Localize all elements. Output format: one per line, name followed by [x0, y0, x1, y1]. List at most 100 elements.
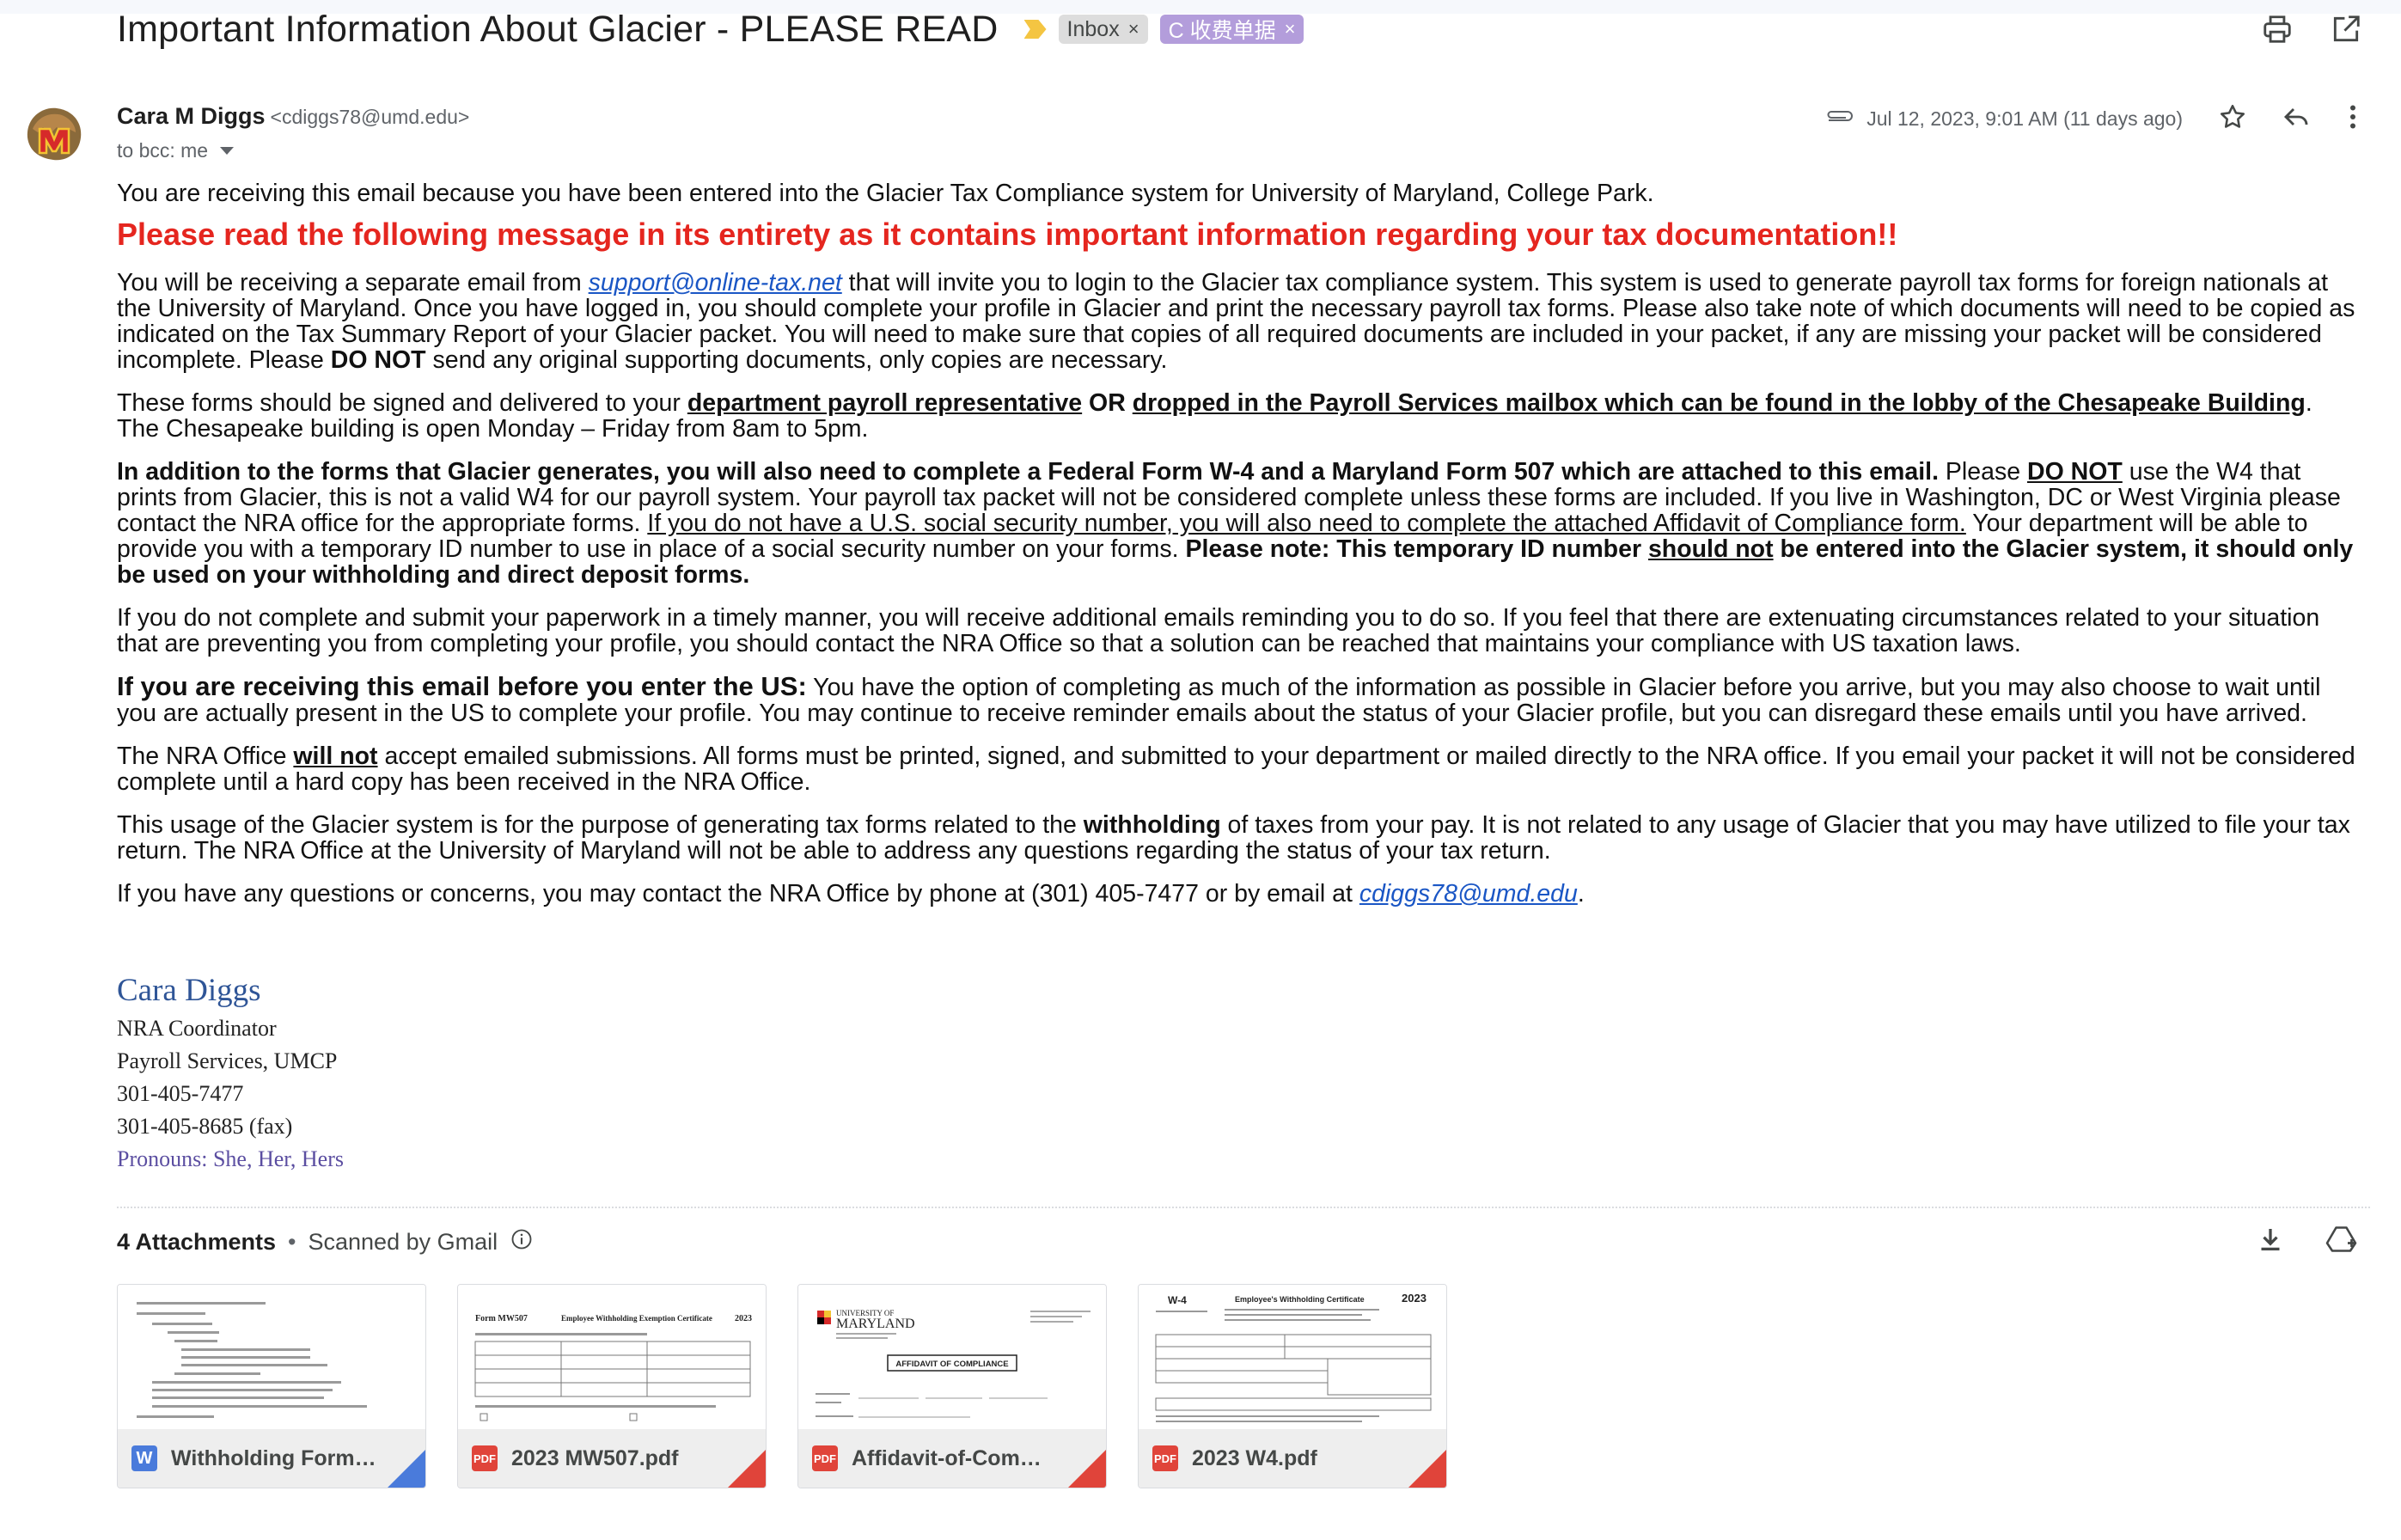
- print-icon[interactable]: [2260, 12, 2294, 46]
- remove-label-icon[interactable]: ×: [1128, 18, 1139, 40]
- sender-name[interactable]: Cara M Diggs: [117, 103, 266, 130]
- attachments-divider: [117, 1207, 2370, 1208]
- thumb-affidavit-title: AFFIDAVIT OF COMPLIANCE: [895, 1360, 1008, 1369]
- scanned-by-gmail: Scanned by Gmail: [308, 1229, 498, 1255]
- thumb-form-year: 2023: [1402, 1292, 1427, 1305]
- attachments-header: 4 Attachments • Scanned by Gmail: [117, 1227, 534, 1257]
- email-subject: Important Information About Glacier - PL…: [117, 8, 999, 50]
- attachment-preview: W-4 Employee's Withholding Certificate 2…: [1139, 1285, 1446, 1429]
- signature-pronouns: Pronouns: She, Her, Hers: [117, 1146, 344, 1171]
- attachment-footer: PDF Affidavit-of-Com…: [798, 1429, 1106, 1488]
- attachment-name: 2023 MW507.pdf: [511, 1445, 679, 1470]
- recipient-row[interactable]: to bcc: me: [117, 139, 235, 162]
- more-vert-icon[interactable]: [2344, 101, 2361, 137]
- pdf-file-icon: PDF: [812, 1445, 838, 1471]
- info-icon[interactable]: [510, 1227, 534, 1257]
- signature-department: Payroll Services, UMCP: [117, 1048, 338, 1073]
- sender-email[interactable]: <cdiggs78@umd.edu>: [271, 106, 470, 129]
- body-paragraph: If you do not complete and submit your p…: [117, 604, 2320, 657]
- body-paragraph: If you are receiving this email before y…: [117, 673, 2360, 726]
- attachment-footer: W Withholding Form…: [118, 1429, 425, 1488]
- attachment-actions: [2255, 1224, 2360, 1259]
- intro-paragraph: You are receiving this email because you…: [117, 180, 1654, 207]
- message-body: You are receiving this email because you…: [117, 180, 2360, 924]
- separator-dot: •: [288, 1229, 296, 1255]
- attachment-preview: Form MW507 Employee Withholding Exemptio…: [458, 1285, 766, 1429]
- star-icon[interactable]: [2217, 101, 2248, 137]
- text: If you have any questions or concerns, y…: [117, 880, 1359, 908]
- emphasis: dropped in the Payroll Services mailbox …: [1132, 389, 2306, 417]
- body-paragraph: This usage of the Glacier system is for …: [117, 812, 2360, 864]
- word-file-icon: W: [131, 1445, 157, 1471]
- body-paragraph: These forms should be signed and deliver…: [117, 390, 2360, 442]
- umd-logo-icon: [817, 1311, 831, 1324]
- label-chip-text: C 收费单据: [1168, 19, 1276, 43]
- emphasis: OR: [1082, 389, 1133, 417]
- attachment-card[interactable]: Form MW507 Employee Withholding Exemptio…: [457, 1284, 767, 1488]
- emphasis: should not: [1647, 535, 1774, 563]
- body-paragraph: In addition to the forms that Glacier ge…: [117, 459, 2360, 588]
- attachment-preview: UNIVERSITY OF MARYLAND AFFIDAVIT OF COMP…: [798, 1285, 1106, 1429]
- thumb-form-title: Employee Withholding Exemption Certifica…: [561, 1314, 712, 1323]
- attachment-card[interactable]: W-4 Employee's Withholding Certificate 2…: [1138, 1284, 1447, 1488]
- thumb-form-label: Form MW507: [475, 1314, 528, 1323]
- thread-actions: [2260, 12, 2363, 46]
- add-to-drive-icon[interactable]: [2325, 1224, 2360, 1259]
- thumb-umd-bottom: MARYLAND: [836, 1317, 915, 1331]
- emphasis: department payroll representative: [687, 389, 1083, 417]
- attachment-footer: PDF 2023 W4.pdf: [1139, 1429, 1446, 1488]
- emphasis: In addition to the forms that Glacier ge…: [117, 458, 1939, 486]
- attachment-list: W Withholding Form… Form MW507 Employee …: [117, 1284, 1447, 1488]
- attachment-name: 2023 W4.pdf: [1192, 1445, 1317, 1470]
- underlined-text: If you do not have a U.S. social securit…: [647, 510, 1966, 537]
- body-paragraph: The NRA Office will not accept emailed s…: [117, 743, 2360, 795]
- importance-marker-icon[interactable]: [1023, 20, 1047, 39]
- support-email-link[interactable]: support@online-tax.net: [589, 269, 842, 296]
- emphasis: withholding: [1083, 811, 1221, 839]
- text: This usage of the Glacier system is for …: [117, 811, 1084, 839]
- remove-label-icon[interactable]: ×: [1285, 18, 1296, 40]
- emphasis: DO NOT: [330, 346, 426, 374]
- emphasis: will not: [293, 742, 378, 770]
- sender-row: Cara M Diggs <cdiggs78@umd.edu>: [117, 103, 469, 130]
- emphasis: DO NOT: [2026, 458, 2123, 486]
- attachments-count: 4 Attachments: [117, 1229, 277, 1255]
- warning-heading: Please read the following message in its…: [117, 217, 1898, 252]
- emphasis: Please note: This temporary ID number: [1185, 535, 1648, 563]
- body-paragraph: If you have any questions or concerns, y…: [117, 881, 2360, 907]
- contact-email-link[interactable]: cdiggs78@umd.edu: [1359, 880, 1578, 908]
- show-details-chevron-icon[interactable]: [220, 147, 235, 155]
- text: The NRA Office: [117, 742, 294, 770]
- pdf-file-icon: PDF: [1152, 1445, 1178, 1471]
- text: Please: [1939, 458, 2027, 486]
- label-chip-receipts[interactable]: C 收费单据 ×: [1159, 15, 1304, 44]
- attachment-preview: [118, 1285, 425, 1429]
- body-paragraph: You will be receiving a separate email f…: [117, 270, 2360, 373]
- recipient-text: to bcc: me: [117, 139, 209, 162]
- sender-avatar[interactable]: [19, 98, 89, 168]
- label-chip-inbox[interactable]: Inbox ×: [1058, 15, 1148, 44]
- file-corner-fold-icon: [388, 1450, 425, 1488]
- label-chip-text: Inbox: [1066, 16, 1120, 41]
- attachment-name: Affidavit-of-Com…: [852, 1445, 1042, 1470]
- open-in-new-window-icon[interactable]: [2329, 12, 2363, 46]
- pdf-file-icon: PDF: [472, 1445, 498, 1471]
- signature-block: Cara Diggs NRA Coordinator Payroll Servi…: [117, 969, 344, 1176]
- text: These forms should be signed and deliver…: [117, 389, 687, 417]
- text: send any original supporting documents, …: [425, 346, 1168, 374]
- signature-fax: 301-405-8685 (fax): [117, 1114, 293, 1139]
- email-view: Important Information About Glacier - PL…: [0, 0, 2401, 1540]
- file-corner-fold-icon: [1408, 1450, 1446, 1488]
- subject-row: Important Information About Glacier - PL…: [117, 5, 1304, 53]
- download-all-icon[interactable]: [2255, 1224, 2286, 1259]
- text: You will be receiving a separate email f…: [117, 269, 589, 296]
- attachment-clip-icon: [1824, 107, 1854, 131]
- signature-name: Cara Diggs: [117, 973, 261, 1008]
- reply-icon[interactable]: [2281, 101, 2312, 137]
- attachment-name: Withholding Form…: [171, 1445, 374, 1470]
- thumb-form-year: 2023: [735, 1314, 752, 1323]
- attachment-card[interactable]: W Withholding Form…: [117, 1284, 426, 1488]
- attachment-card[interactable]: UNIVERSITY OF MARYLAND AFFIDAVIT OF COMP…: [797, 1284, 1107, 1488]
- signature-title: NRA Coordinator: [117, 1016, 277, 1041]
- file-corner-fold-icon: [1068, 1450, 1106, 1488]
